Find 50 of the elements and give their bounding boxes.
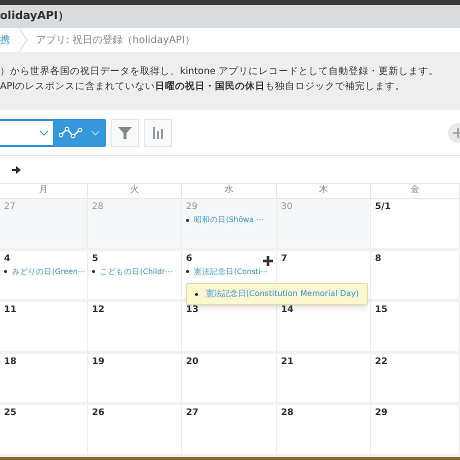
day-number: 22 <box>375 356 388 368</box>
bar-chart-icon <box>152 126 164 138</box>
bullet-icon <box>186 218 189 222</box>
line-graph-icon <box>59 126 83 140</box>
plus-icon[interactable] <box>263 256 273 266</box>
bullet-icon <box>92 270 95 274</box>
day-number: 26 <box>92 407 105 420</box>
day-number: 12 <box>92 304 105 316</box>
day-number: 15 <box>375 304 388 316</box>
day-number: 4 <box>4 252 10 265</box>
filter-icon <box>118 126 132 140</box>
weekday-header: 金 <box>410 184 420 198</box>
day-number: 5/1 <box>375 201 391 213</box>
day-number: 19 <box>92 356 105 368</box>
description-text: ）から世界各国の祝日データを取得し、kintone アプリにレコードとして自動登録・更新します。 <box>0 65 440 79</box>
day-number: 13 <box>186 304 199 316</box>
view-select[interactable] <box>0 120 53 144</box>
day-number: 18 <box>4 356 17 368</box>
chevron-down-icon <box>91 130 100 136</box>
filter-button[interactable] <box>111 118 139 146</box>
bullet-icon <box>4 270 7 274</box>
day-number: 7 <box>281 252 288 265</box>
day-number: 28 <box>92 201 104 213</box>
day-number: 11 <box>4 304 17 316</box>
chart-button[interactable] <box>144 118 172 146</box>
day-number: 29 <box>375 407 388 420</box>
day-number: 14 <box>281 304 294 316</box>
bullet-icon <box>195 292 198 296</box>
arrow-right-icon[interactable] <box>12 166 21 174</box>
day-number: 28 <box>281 407 294 420</box>
weekday-header: 火 <box>130 184 139 198</box>
weekday-header: 木 <box>319 184 328 198</box>
day-number: 8 <box>375 252 382 265</box>
weekday-header: 月 <box>39 184 48 198</box>
day-number: 27 <box>186 407 199 420</box>
description-text: APIのレスポンスに含まれていない日曜の祝日・国民の休日も独自ロジックで補完します。 <box>0 80 406 94</box>
bullet-icon <box>186 270 189 274</box>
day-number: 27 <box>4 201 16 213</box>
weekday-header: 水 <box>224 184 234 198</box>
day-number: 29 <box>186 201 198 213</box>
day-number: 5 <box>92 252 98 265</box>
day-number: 30 <box>281 201 292 213</box>
day-number: 21 <box>281 356 294 368</box>
breadcrumb-item: アプリ: 祝日の登録（holidayAPI） <box>36 34 195 48</box>
app-title: olidayAPI） <box>0 8 69 24</box>
chevron-down-icon <box>39 130 49 136</box>
day-number: 6 <box>186 252 192 265</box>
day-number: 20 <box>186 356 199 368</box>
plus-icon <box>453 128 460 138</box>
day-number: 25 <box>4 407 17 420</box>
